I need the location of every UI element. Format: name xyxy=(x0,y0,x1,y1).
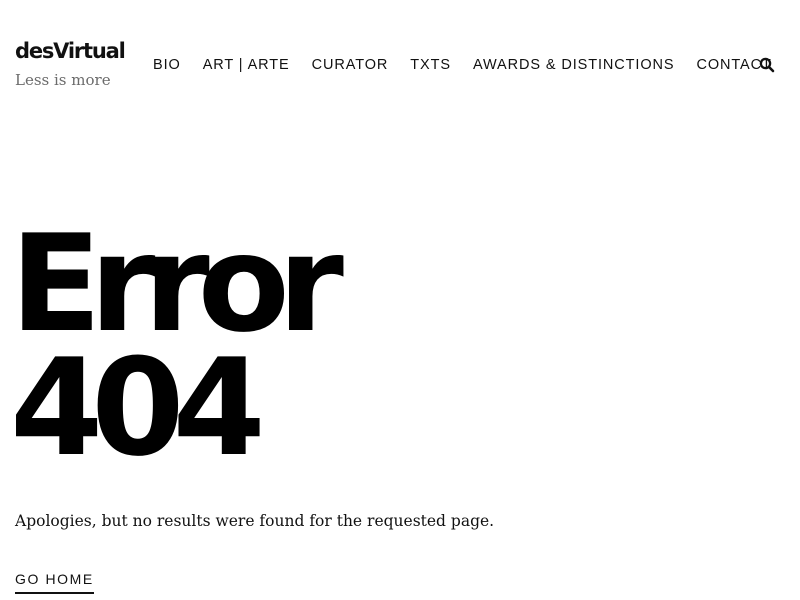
nav-item-curator[interactable]: CURATOR xyxy=(312,54,389,76)
search-button[interactable] xyxy=(759,57,775,73)
error-message: Apologies, but no results were found for… xyxy=(15,512,495,530)
site-title-link[interactable]: desVirtual xyxy=(15,36,135,66)
nav-item-bio[interactable]: BIO xyxy=(153,54,181,76)
site-tagline: Less is more xyxy=(15,71,111,89)
error-heading: Error 404 xyxy=(10,206,344,486)
error-heading-code: 404 xyxy=(10,330,266,486)
nav-item-art[interactable]: ART | ARTE xyxy=(203,54,290,76)
error-heading-word: Error xyxy=(10,206,344,362)
search-icon xyxy=(759,57,775,73)
nav-item-txts[interactable]: TXTS xyxy=(410,54,451,76)
main-navigation: BIO ART | ARTE CURATOR TXTS AWARDS & DIS… xyxy=(153,54,772,76)
site-branding: desVirtual Less is more xyxy=(15,36,135,90)
nav-item-awards[interactable]: AWARDS & DISTINCTIONS xyxy=(473,54,675,76)
site-header: desVirtual Less is more BIO ART | ARTE C… xyxy=(0,0,800,110)
go-home-link[interactable]: GO HOME xyxy=(15,569,94,594)
